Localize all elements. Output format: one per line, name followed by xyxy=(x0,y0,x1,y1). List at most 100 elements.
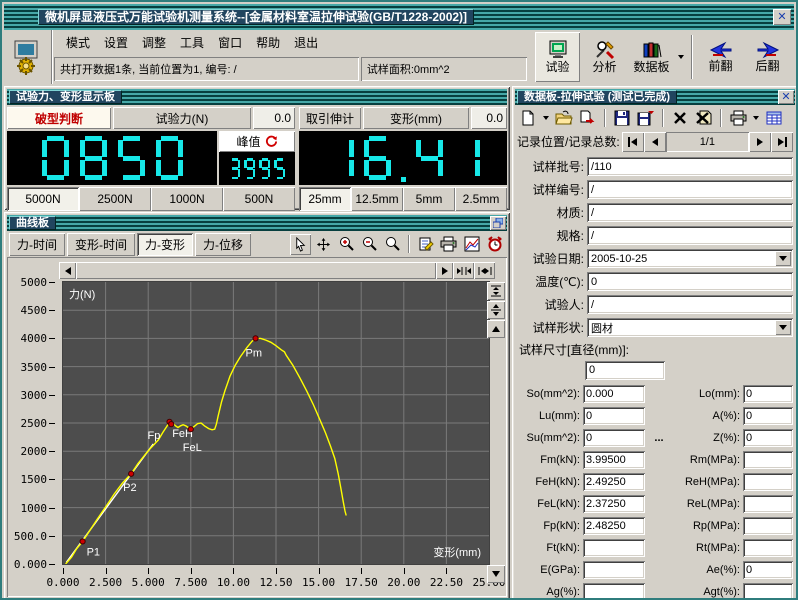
result-input[interactable] xyxy=(743,539,793,557)
range-button-2500N[interactable]: 2500N xyxy=(79,187,151,211)
fit-y-icon[interactable] xyxy=(487,282,505,300)
result-input[interactable] xyxy=(583,539,645,557)
close-icon[interactable]: ✕ xyxy=(773,9,791,25)
size-input[interactable]: 0 xyxy=(585,361,665,380)
chart-v-scrollbar[interactable] xyxy=(487,282,505,583)
batch-no-input[interactable]: /110 xyxy=(587,157,793,176)
range-button-5mm[interactable]: 5mm xyxy=(403,187,455,211)
toolbar-button-analyze[interactable]: 分析 xyxy=(582,32,627,82)
result-input[interactable] xyxy=(583,561,645,579)
tool-zoom-icon[interactable] xyxy=(382,234,403,255)
databoard-tool-doc-new-icon[interactable] xyxy=(517,107,539,129)
result-input[interactable]: 2.48250 xyxy=(583,517,645,535)
result-input[interactable] xyxy=(743,473,793,491)
range-button-1000N[interactable]: 1000N xyxy=(151,187,223,211)
material-input[interactable]: / xyxy=(587,203,793,222)
extensometer-button[interactable]: 取引伸计 xyxy=(299,107,361,129)
databoard-tool-printer-icon[interactable] xyxy=(727,107,749,129)
toolbar-button-page-next[interactable]: 后翻 xyxy=(745,32,790,82)
refresh-icon[interactable] xyxy=(265,135,278,148)
result-input[interactable] xyxy=(583,583,645,600)
result-input[interactable]: 2.49250 xyxy=(583,473,645,491)
menu-item-6[interactable]: 帮助 xyxy=(250,32,286,53)
menu-item-7[interactable]: 退出 xyxy=(288,32,324,53)
range-button-2.5mm[interactable]: 2.5mm xyxy=(455,187,507,211)
range-button-500N[interactable]: 500N xyxy=(223,187,295,211)
dropdown-caret-icon[interactable] xyxy=(541,116,551,120)
tab-力-变形[interactable]: 力-变形 xyxy=(137,233,193,256)
scroll-left-icon[interactable] xyxy=(59,262,76,279)
menu-item-1[interactable]: 模式 xyxy=(60,32,96,53)
tool-cursor-icon[interactable] xyxy=(290,234,311,255)
databoard-tool-export-icon[interactable] xyxy=(577,107,599,129)
spec-input[interactable]: / xyxy=(587,226,793,245)
record-last-icon[interactable] xyxy=(771,132,793,152)
tool-printer-icon[interactable] xyxy=(438,234,459,255)
compress-y-icon[interactable] xyxy=(487,301,505,319)
result-input[interactable]: 0 xyxy=(583,429,645,447)
tool-clock-icon[interactable] xyxy=(484,234,505,255)
result-input[interactable]: 3.99500 xyxy=(583,451,645,469)
expand-x-icon[interactable] xyxy=(474,262,495,279)
compress-x-icon[interactable] xyxy=(453,262,474,279)
menu-item-5[interactable]: 窗口 xyxy=(212,32,248,53)
result-input[interactable]: 0 xyxy=(583,407,645,425)
sample-no-input[interactable]: / xyxy=(587,180,793,199)
data-panel-close-icon[interactable]: ✕ xyxy=(778,90,794,104)
tab-力-时间[interactable]: 力-时间 xyxy=(9,233,65,256)
databoard-tool-delete-all-icon[interactable] xyxy=(693,107,715,129)
menu-item-4[interactable]: 工具 xyxy=(174,32,210,53)
result-input[interactable]: 0 xyxy=(743,385,793,403)
toolbar-button-databoard[interactable]: 数据板 xyxy=(629,32,674,82)
result-input[interactable]: 2.37250 xyxy=(583,495,645,513)
break-judge-button[interactable]: 破型判断 xyxy=(7,107,111,129)
temperature-input[interactable]: 0 xyxy=(587,272,793,291)
dropdown-caret-icon[interactable] xyxy=(676,32,686,82)
peak-button[interactable]: 峰值 xyxy=(219,131,295,152)
test-date-input[interactable]: 2005-10-25 xyxy=(587,249,793,268)
record-first-icon[interactable] xyxy=(622,132,644,152)
result-input[interactable]: 0 xyxy=(743,561,793,579)
tool-notes-icon[interactable] xyxy=(415,234,436,255)
scroll-track[interactable] xyxy=(76,262,436,279)
more-dots[interactable]: ... xyxy=(645,432,673,444)
databoard-tool-folder-open-icon[interactable] xyxy=(553,107,575,129)
tool-chart-icon[interactable] xyxy=(461,234,482,255)
menu-item-2[interactable]: 设置 xyxy=(98,32,134,53)
databoard-tool-save-as-icon[interactable] xyxy=(635,107,657,129)
sample-shape-input[interactable]: 圆材 xyxy=(587,318,793,337)
chart-h-scrollbar[interactable] xyxy=(59,262,495,279)
databoard-tool-delete-icon[interactable] xyxy=(669,107,691,129)
menu-item-3[interactable]: 调整 xyxy=(136,32,172,53)
combo-arrow-icon[interactable] xyxy=(775,320,791,335)
scroll-down-icon[interactable] xyxy=(487,565,505,583)
scroll-right-icon[interactable] xyxy=(436,262,453,279)
databoard-tool-grid-icon[interactable] xyxy=(763,107,785,129)
tool-move-icon[interactable] xyxy=(313,234,334,255)
result-input[interactable]: 0.000 xyxy=(583,385,645,403)
range-button-25mm[interactable]: 25mm xyxy=(299,187,351,211)
result-input[interactable] xyxy=(743,495,793,513)
record-next-icon[interactable] xyxy=(749,132,771,152)
tool-zoom-out-icon[interactable] xyxy=(359,234,380,255)
plot-region[interactable]: P1P2FpFeHFeLPm 力(N) 变形(mm) xyxy=(63,282,489,564)
scroll-up-icon[interactable] xyxy=(487,320,505,338)
dropdown-caret-icon[interactable] xyxy=(751,116,761,120)
databoard-tool-save-icon[interactable] xyxy=(611,107,633,129)
toolbar-button-test[interactable]: 试验 xyxy=(535,32,580,82)
result-input[interactable]: 0 xyxy=(743,407,793,425)
result-input[interactable]: 0 xyxy=(743,429,793,447)
result-input[interactable] xyxy=(743,451,793,469)
tab-变形-时间[interactable]: 变形-时间 xyxy=(67,233,135,256)
combo-arrow-icon[interactable] xyxy=(775,251,791,266)
range-button-5000N[interactable]: 5000N xyxy=(7,187,79,211)
tester-input[interactable]: / xyxy=(587,295,793,314)
tool-zoom-in-icon[interactable] xyxy=(336,234,357,255)
range-button-12.5mm[interactable]: 12.5mm xyxy=(351,187,403,211)
result-input[interactable] xyxy=(743,517,793,535)
record-prev-icon[interactable] xyxy=(644,132,666,152)
result-input[interactable] xyxy=(743,583,793,600)
tab-力-位移[interactable]: 力-位移 xyxy=(195,233,251,256)
toolbar-button-page-prev[interactable]: 前翻 xyxy=(698,32,743,82)
restore-icon[interactable] xyxy=(490,216,506,230)
